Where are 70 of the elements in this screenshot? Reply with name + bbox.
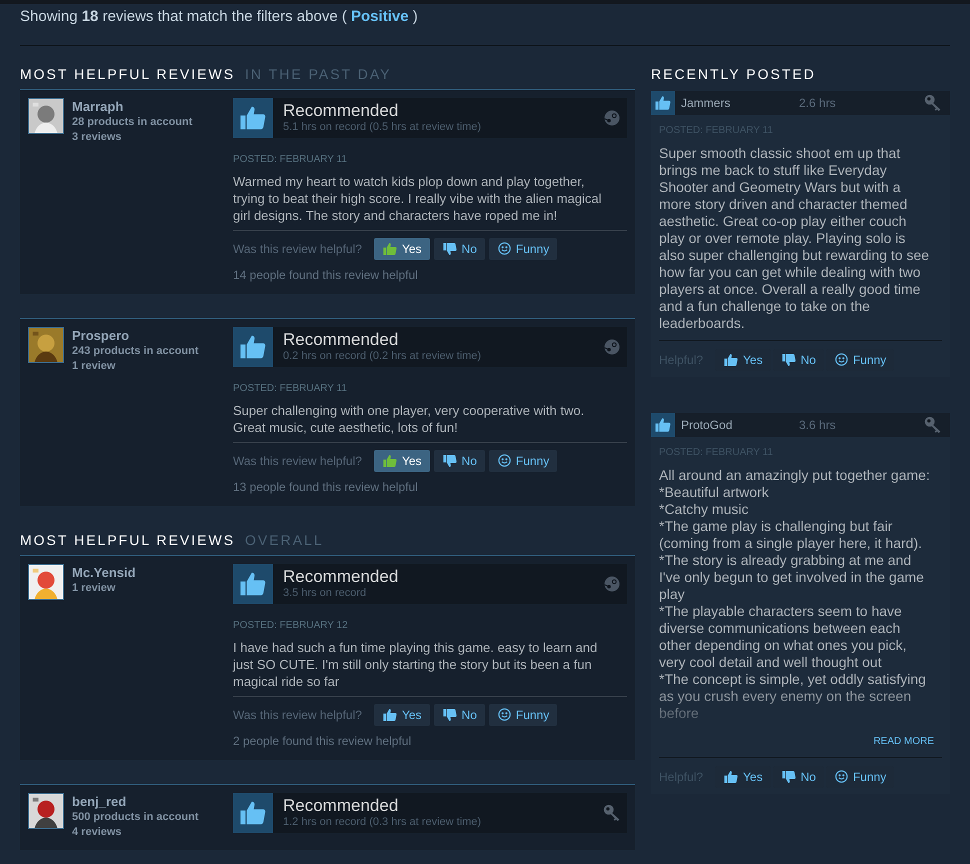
thumbs-up-icon (382, 706, 398, 722)
review-count: 3 reviews (72, 130, 123, 144)
thumbs-down-icon (442, 240, 458, 256)
review-text: Super smooth classic shoot em up that brings me back to stuff like Everyday Shooter and Geometry Wars but with a more story driven and character themed aesthetic. Great co-op play either couch play or over remote play. Playing solo is also super challenging but rewarding to see how far you can get while dealing with two players at once. Overall a really good time and a fun challenge to take on the leaderboards. (659, 144, 930, 332)
posted-date: POSTED: FEBRUARY 11 (233, 152, 347, 166)
product-count: 28 products in account (72, 114, 192, 130)
playtime: 3.6 hrs (799, 416, 837, 434)
verdict-title: Recommended (283, 101, 400, 121)
no-button[interactable]: No (434, 450, 485, 472)
results-summary: Showing 18 reviews that match the filters above ( Positive ) (20, 7, 418, 27)
helpful-prompt: Was this review helpful? (233, 452, 362, 470)
playtime: 0.2 hrs on record (0.2 hrs at review time) (283, 350, 482, 363)
smiley-icon (496, 453, 512, 468)
section-title: MOST HELPFUL REVIEWS (20, 64, 236, 84)
author-name[interactable]: Jammers (681, 94, 799, 112)
funny-button[interactable]: Funny (488, 704, 558, 726)
product-count: 243 products in account (72, 344, 199, 358)
no-button[interactable]: No (434, 704, 485, 726)
playtime: 3.5 hrs on record (283, 587, 368, 600)
verdict-title: Recommended (283, 796, 400, 816)
helpful-prompt: Was this review helpful? (233, 240, 362, 258)
review-text: All around an amazingly put together game: *Beautiful artwork *Catchy music *The game play is challenging but fair (coming from a single player here, it hard). *The story is already grabbing at me and I've only begun to get involved in the game play *The playable characters seem to have diverse communications between each other depending on what ones you pick, very cool detail and well thought out *The concept is simple, yet oddly satisfying as you crush every enemy on the screen before (659, 466, 931, 722)
review-text: I have had such a fun time playing this game. easy to learn and just SO CUTE. I'm still only starting the story but its been a fun magical ride so far (233, 638, 598, 690)
helpful-count: 14 people found this review helpful (233, 266, 418, 284)
smiley-icon (834, 352, 849, 367)
review-text: Warmed my heart to watch kids plop down and play together, trying to beat their high score. I really vibe with the alien magical girl designs. The story and characters have roped me in! (233, 172, 603, 224)
yes-button[interactable]: Yes (374, 238, 430, 260)
author-name[interactable]: Prospero (72, 326, 199, 344)
review-count: 1 review (72, 358, 116, 374)
thumbs-down-icon (442, 452, 458, 468)
helpful-count: 13 people found this review helpful (233, 478, 418, 496)
thumbs-down-icon (780, 768, 797, 784)
review-count: 1 review (72, 580, 116, 596)
author-name[interactable]: benj_red (72, 792, 199, 810)
helpful-count: 2 people found this review helpful (233, 732, 412, 750)
posted-date: POSTED: FEBRUARY 12 (233, 618, 348, 632)
smiley-icon (834, 769, 849, 784)
yes-button[interactable]: Yes (374, 704, 430, 726)
thumbs-up-icon (723, 768, 740, 784)
section-subtitle: OVERALL (245, 530, 324, 550)
section-title: RECENTLY POSTED (651, 64, 816, 84)
playtime: 5.1 hrs on record (0.5 hrs at review time) (283, 121, 482, 134)
smiley-icon (496, 707, 512, 722)
no-button[interactable]: No (434, 238, 485, 260)
thumbs-up-icon (723, 352, 740, 368)
verdict-title: Recommended (283, 567, 400, 587)
section-title: MOST HELPFUL REVIEWS (20, 530, 236, 550)
product-count: 500 products in account (72, 810, 199, 824)
smiley-icon (496, 241, 512, 256)
yes-button[interactable]: Yes (374, 450, 430, 472)
funny-button[interactable]: Funny (488, 450, 558, 472)
review-count: 4 reviews (72, 824, 123, 840)
posted-date: POSTED: FEBRUARY 11 (233, 382, 347, 396)
review-text: Super challenging with one player, very cooperative with two. Great music, cute aesthetic, lots of fun! (233, 402, 586, 436)
thumbs-up-icon (382, 240, 398, 256)
thumbs-down-icon (780, 352, 797, 368)
verdict-title: Recommended (283, 330, 400, 350)
thumbs-up-icon (654, 416, 672, 434)
thumbs-down-icon (442, 706, 458, 722)
section-subtitle: IN THE PAST DAY (245, 64, 392, 84)
helpful-prompt: Was this review helpful? (233, 706, 362, 724)
author-name[interactable]: Mc.Yensid (72, 564, 136, 580)
playtime: 1.2 hrs on record (0.3 hrs at review time) (283, 816, 482, 829)
thumbs-up-icon (382, 452, 398, 468)
author-name[interactable]: Marraph (72, 98, 192, 114)
playtime: 2.6 hrs (799, 94, 837, 112)
author-name[interactable]: ProtoGod (681, 416, 799, 434)
read-more-link[interactable]: READ MORE (873, 734, 934, 748)
thumbs-up-icon (654, 94, 672, 112)
funny-button[interactable]: Funny (488, 238, 558, 260)
